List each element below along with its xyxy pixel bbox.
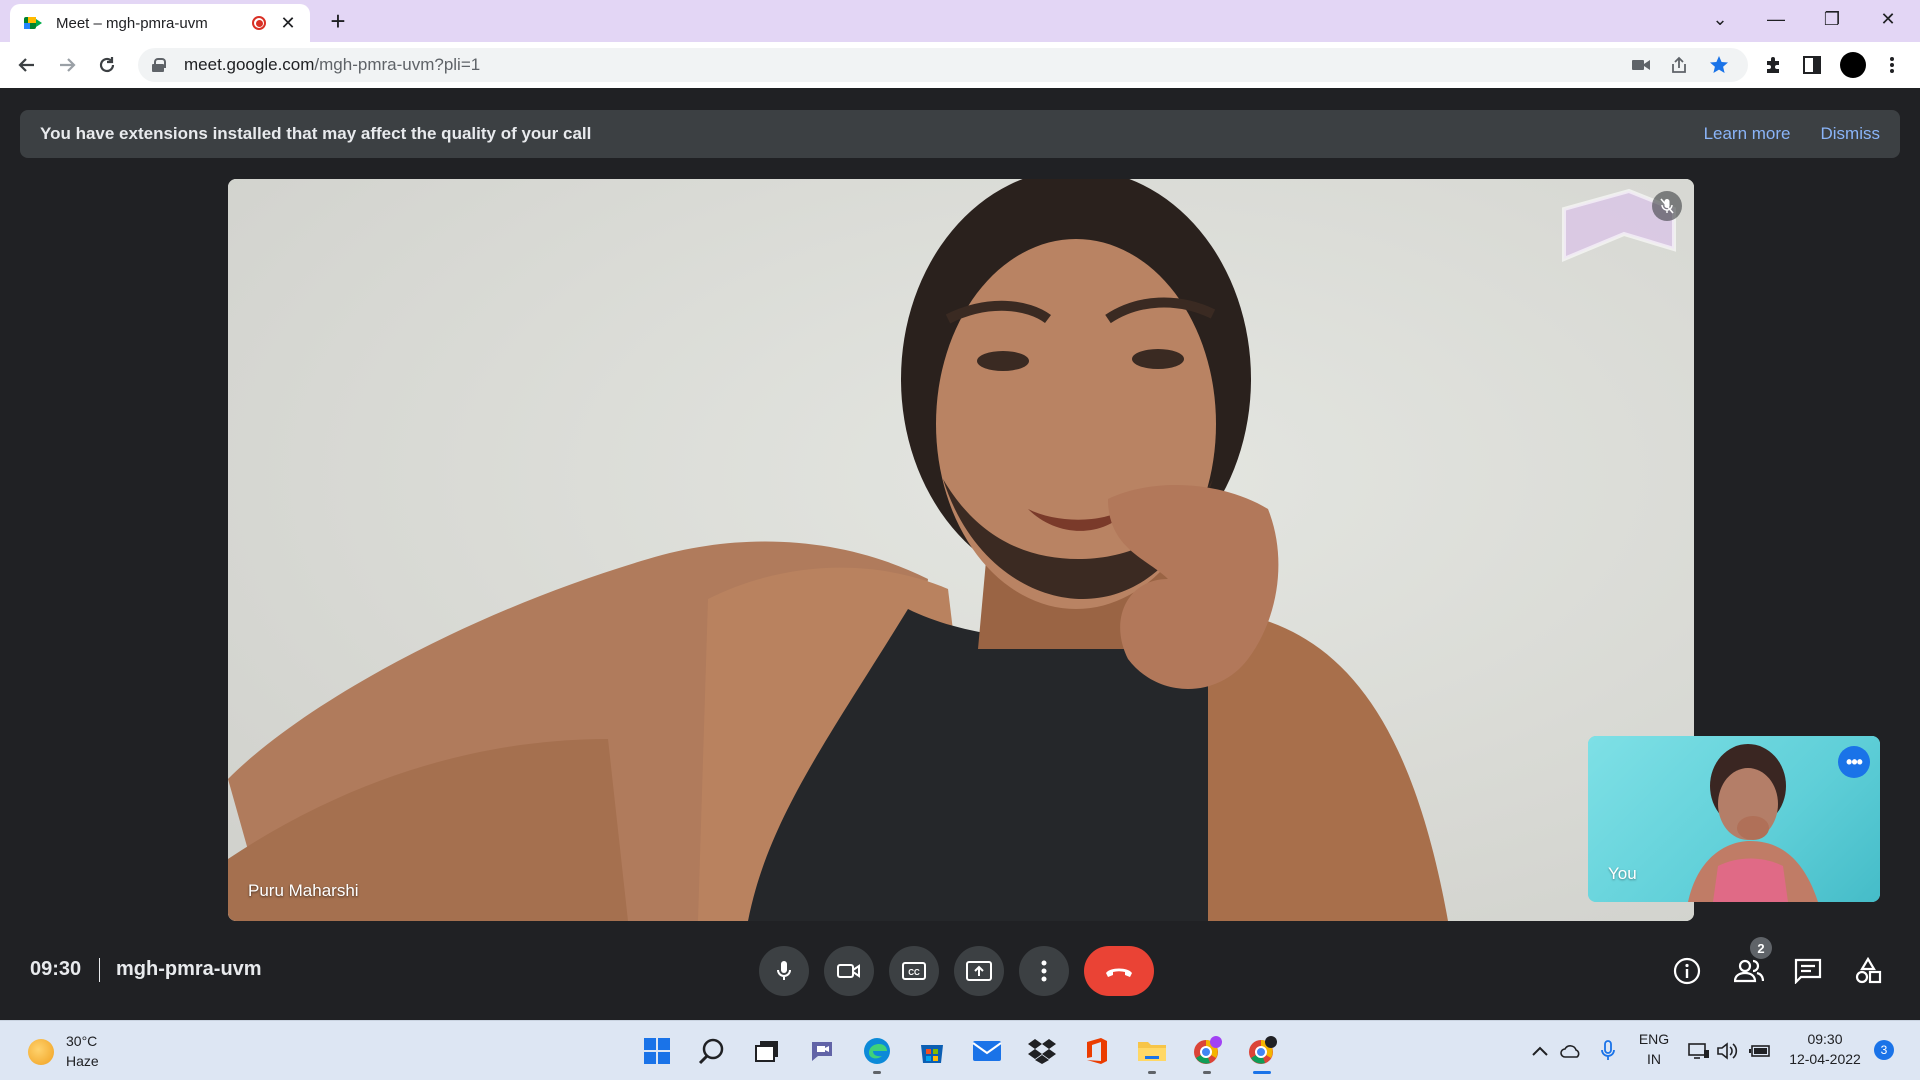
- present-now-button[interactable]: [954, 946, 1004, 996]
- camera-in-use-icon[interactable]: [1630, 55, 1652, 75]
- microsoft-store-icon[interactable]: [916, 1035, 948, 1067]
- clock-date[interactable]: 12-04-2022: [1780, 1051, 1870, 1067]
- file-explorer-icon[interactable]: [1136, 1035, 1168, 1067]
- mail-icon[interactable]: [971, 1035, 1003, 1067]
- address-bar[interactable]: meet.google.com/mgh-pmra-uvm?pli=1: [138, 48, 1748, 82]
- camera-icon: [837, 964, 860, 978]
- clock-time[interactable]: 09:30: [1780, 1031, 1870, 1047]
- google-meet-icon: [24, 15, 44, 31]
- tab-title: Meet – mgh-pmra-uvm: [56, 14, 208, 32]
- task-view-icon[interactable]: [751, 1035, 783, 1067]
- leave-call-button[interactable]: [1084, 946, 1154, 996]
- tab-close-icon[interactable]: ✕: [278, 13, 298, 34]
- bookmark-star-icon[interactable]: [1708, 55, 1730, 75]
- extensions-puzzle-icon[interactable]: [1762, 54, 1786, 76]
- browser-tab-meet[interactable]: Meet – mgh-pmra-uvm ✕: [10, 4, 310, 42]
- muted-mic-icon: [1652, 191, 1682, 221]
- running-indicator: [873, 1071, 881, 1074]
- svg-text:CC: CC: [908, 968, 920, 977]
- browser-tab-strip: Meet – mgh-pmra-uvm ✕ + ⌄ — ❐ ✕: [0, 0, 1920, 42]
- search-icon[interactable]: [696, 1035, 728, 1067]
- divider: [99, 958, 100, 982]
- running-indicator: [1203, 1071, 1211, 1074]
- activities-shapes-icon: [1855, 957, 1882, 984]
- present-screen-icon: [966, 961, 992, 981]
- back-button[interactable]: [12, 50, 42, 80]
- microphone-button[interactable]: [759, 946, 809, 996]
- weather-description[interactable]: Haze: [66, 1053, 99, 1069]
- chrome-icon[interactable]: [1246, 1035, 1278, 1067]
- dismiss-button[interactable]: Dismiss: [1821, 124, 1881, 144]
- self-view-more-options-button[interactable]: •••: [1838, 746, 1870, 778]
- chrome-menu-icon[interactable]: [1880, 54, 1904, 76]
- people-button[interactable]: [1732, 954, 1766, 988]
- microphone-icon: [777, 961, 791, 980]
- share-icon[interactable]: [1668, 55, 1690, 75]
- windows-taskbar: 30°C Haze ENG IN 09:30 12-04-2022: [0, 1020, 1920, 1080]
- participant-count-badge: 2: [1750, 937, 1772, 959]
- language-indicator-top[interactable]: ENG: [1634, 1031, 1674, 1047]
- arrow-left-icon: [18, 58, 34, 72]
- notification-count-badge[interactable]: 3: [1874, 1040, 1894, 1060]
- participant-image: [228, 179, 1448, 921]
- edge-browser-icon[interactable]: [861, 1035, 893, 1067]
- banner-message: You have extensions installed that may a…: [40, 124, 592, 143]
- chat-button[interactable]: [1791, 954, 1825, 988]
- office-icon[interactable]: [1081, 1035, 1113, 1067]
- chat-icon: [1794, 958, 1822, 984]
- new-tab-button[interactable]: +: [322, 6, 354, 38]
- meeting-time: 09:30: [30, 958, 82, 980]
- volume-icon[interactable]: [1712, 1035, 1744, 1067]
- self-view-label: You: [1608, 864, 1637, 883]
- chevron-up-icon[interactable]: [1524, 1035, 1556, 1067]
- camera-button[interactable]: [824, 946, 874, 996]
- side-panel-icon[interactable]: [1800, 54, 1824, 76]
- close-window-button[interactable]: ✕: [1860, 0, 1916, 38]
- self-view-tile[interactable]: ••• You: [1588, 736, 1880, 902]
- more-options-button[interactable]: [1019, 946, 1069, 996]
- weather-temperature[interactable]: 30°C: [66, 1033, 97, 1049]
- info-icon: [1673, 957, 1701, 985]
- closed-captions-icon: CC: [902, 962, 926, 980]
- restore-button[interactable]: ❐: [1804, 0, 1860, 38]
- captions-button[interactable]: CC: [889, 946, 939, 996]
- running-indicator: [1148, 1071, 1156, 1074]
- lock-icon[interactable]: [152, 58, 166, 72]
- learn-more-link[interactable]: Learn more: [1704, 124, 1791, 144]
- teams-chat-icon[interactable]: [806, 1035, 838, 1067]
- extensions-warning-banner: You have extensions installed that may a…: [20, 110, 1900, 158]
- reload-button[interactable]: [92, 50, 122, 80]
- end-call-icon: [1106, 968, 1132, 977]
- url-host: meet.google.com: [184, 55, 315, 74]
- start-windows-icon[interactable]: [641, 1035, 673, 1067]
- meeting-code: mgh-pmra-uvm: [116, 958, 262, 980]
- dropbox-icon[interactable]: [1026, 1035, 1058, 1067]
- microphone-tray-icon[interactable]: [1592, 1035, 1624, 1067]
- chrome-profile-icon[interactable]: [1191, 1035, 1223, 1067]
- minimize-button[interactable]: —: [1748, 0, 1804, 38]
- browser-toolbar: meet.google.com/mgh-pmra-uvm?pli=1: [0, 42, 1920, 88]
- activities-button[interactable]: [1851, 954, 1885, 988]
- main-participant-video[interactable]: Puru Maharshi: [228, 179, 1694, 921]
- arrow-right-icon: [60, 58, 76, 72]
- people-icon: [1734, 959, 1764, 983]
- active-app-indicator: [1253, 1071, 1271, 1074]
- onedrive-cloud-icon[interactable]: [1555, 1035, 1587, 1067]
- language-indicator-bottom[interactable]: IN: [1634, 1051, 1674, 1067]
- meeting-details-button[interactable]: [1670, 954, 1704, 988]
- more-vert-icon: [1041, 960, 1047, 982]
- reload-icon: [99, 57, 115, 73]
- network-icon[interactable]: [1683, 1035, 1715, 1067]
- tab-search-button[interactable]: ⌄: [1692, 0, 1748, 38]
- profile-avatar[interactable]: [1840, 52, 1866, 78]
- battery-icon[interactable]: [1744, 1035, 1776, 1067]
- url-path: /mgh-pmra-uvm?pli=1: [314, 55, 481, 74]
- forward-button[interactable]: [52, 50, 82, 80]
- recording-indicator-icon: [252, 16, 266, 30]
- participant-name-label: Puru Maharshi: [248, 881, 359, 900]
- weather-sun-icon[interactable]: [28, 1039, 54, 1065]
